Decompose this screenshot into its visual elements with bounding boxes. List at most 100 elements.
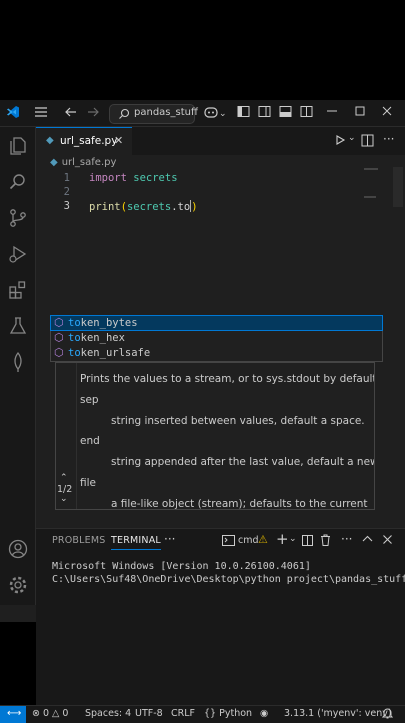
tab-problems[interactable]: PROBLEMS [52, 535, 105, 546]
signature-help: ⌃ 1/2 ⌄ Prints the values to a stream, o… [55, 362, 375, 510]
minimap-line [364, 168, 378, 170]
run-python-file-icon[interactable] [334, 134, 346, 149]
language-mode[interactable]: {} Python [204, 708, 252, 719]
warnings-count: 0 [62, 708, 69, 719]
method-cube-icon: ⬡ [54, 346, 64, 359]
scrollbar[interactable] [393, 167, 403, 207]
new-terminal-icon[interactable]: + [276, 530, 289, 548]
prev-signature-icon[interactable]: ⌃ [60, 473, 68, 483]
python-interpreter[interactable]: 3.13.1 ('myenv': venv) [284, 708, 392, 719]
title-bar: pandas_stuff ⌄ [0, 100, 405, 127]
split-terminal-icon[interactable] [302, 535, 313, 549]
extensions-icon[interactable] [7, 279, 29, 301]
copilot-status-icon[interactable]: ◉ [260, 708, 268, 719]
encoding-indicator[interactable]: UTF-8 [135, 708, 163, 719]
explorer-icon[interactable] [7, 135, 29, 157]
close-tab-icon[interactable]: ✕ [114, 134, 123, 147]
match-text: to [68, 347, 81, 359]
language-label: Python [219, 708, 253, 719]
python-file-icon: ◆ [50, 157, 58, 168]
close-panel-icon[interactable] [382, 534, 393, 548]
maximize-panel-icon[interactable] [362, 534, 373, 548]
copilot-icon[interactable] [203, 105, 219, 124]
param-name: file [80, 477, 96, 489]
more-panel-tabs-icon[interactable]: ··· [164, 532, 175, 546]
module-name: secrets [133, 172, 178, 184]
warning-icon[interactable]: ⚠ [258, 533, 268, 546]
terminal-line: Microsoft Windows [Version 10.0.26100.40… [52, 561, 311, 572]
trash-icon[interactable] [320, 534, 331, 549]
next-signature-icon[interactable]: ⌄ [60, 494, 68, 504]
breadcrumb-file: url_safe.py [61, 157, 117, 168]
variable-name: secrets [126, 201, 172, 213]
minimize-icon[interactable] [326, 105, 338, 122]
minimap-line [364, 196, 376, 198]
param-desc: string inserted between values, default … [111, 415, 365, 427]
eol-indicator[interactable]: CRLF [171, 708, 195, 719]
param-desc: a file-like object (stream); defaults to… [111, 498, 368, 510]
vscode-logo-icon [6, 105, 20, 124]
more-actions-icon[interactable]: ··· [341, 532, 352, 546]
split-editor-icon[interactable] [361, 134, 374, 150]
line-number: 1 [63, 172, 70, 184]
customize-layout-icon[interactable] [300, 105, 313, 123]
toggle-secondary-sidebar-icon[interactable] [258, 105, 271, 123]
suggestion-item[interactable]: ⬡ token_bytes [50, 315, 383, 331]
command-center-search[interactable]: pandas_stuff [109, 104, 198, 124]
python-file-icon: ◆ [46, 135, 54, 146]
menu-icon[interactable] [34, 105, 48, 124]
maximize-icon[interactable] [354, 105, 366, 122]
paren-close: ) [191, 201, 198, 213]
param-name: end [80, 435, 100, 447]
problems-count[interactable]: ⊗ 0 △ 0 [32, 708, 68, 719]
line-number: 3 [63, 200, 70, 212]
search-icon[interactable] [7, 171, 29, 193]
mongodb-leaf-icon[interactable] [7, 351, 29, 373]
errors-count: 0 [42, 708, 50, 719]
search-icon [118, 108, 130, 123]
terminal-shell-icon [222, 535, 235, 549]
close-window-icon[interactable] [381, 105, 393, 122]
back-arrow-icon[interactable] [64, 105, 78, 124]
more-actions-icon[interactable]: ··· [383, 132, 394, 146]
toggle-primary-sidebar-icon[interactable] [237, 105, 250, 123]
activity-bar [0, 127, 36, 605]
braces-icon: {} [204, 708, 217, 719]
breadcrumb[interactable]: ◆ url_safe.py [50, 157, 116, 168]
typed-text: to [177, 201, 191, 213]
code-line-3[interactable]: print(secrets.to) [89, 200, 198, 213]
terminal-prompt[interactable]: C:\Users\Suf48\OneDrive\Desktop\python p… [52, 574, 405, 585]
bottom-panel: PROBLEMS TERMINAL ··· cmd ⚠ + ⌄ ··· Micr… [36, 528, 405, 706]
suggestion-item[interactable]: ⬡ token_urlsafe [51, 346, 382, 360]
code-line-1[interactable]: import secrets [89, 172, 178, 184]
suggest-widget: ⬡ token_bytes ⬡ token_hex ⬡ token_urlsaf… [50, 315, 383, 362]
terminal-shell-label[interactable]: cmd [238, 535, 259, 546]
function-name: print [89, 201, 121, 213]
remote-indicator[interactable]: ⟷ [0, 706, 26, 723]
indentation-indicator[interactable]: Spaces: 4 [85, 708, 131, 719]
suggestion-rest: ken_bytes [80, 317, 138, 329]
run-dropdown-icon[interactable]: ⌄ [348, 133, 356, 143]
toggle-panel-icon[interactable] [279, 105, 292, 123]
forward-arrow-icon[interactable] [86, 105, 100, 124]
run-and-debug-icon[interactable] [7, 243, 29, 265]
account-icon[interactable] [7, 538, 29, 560]
method-cube-icon: ⬡ [54, 316, 64, 329]
chevron-down-icon[interactable]: ⌄ [219, 106, 227, 122]
suggestion-item[interactable]: ⬡ token_hex [51, 331, 382, 345]
param-name: sep [80, 394, 99, 406]
keyword-import: import [89, 172, 127, 184]
gear-icon[interactable] [7, 574, 29, 596]
match-text: to [68, 332, 81, 344]
tab-label: url_safe.py [60, 135, 118, 147]
testing-flask-icon[interactable] [7, 315, 29, 337]
suggestion-rest: ken_hex [80, 332, 125, 344]
signature-nav: ⌃ 1/2 ⌄ [56, 363, 77, 509]
tab-terminal[interactable]: TERMINAL [111, 535, 161, 550]
terminal-dropdown-icon[interactable]: ⌄ [289, 534, 297, 544]
source-control-icon[interactable] [7, 207, 29, 229]
editor-tabs: ◆ url_safe.py ✕ ⌄ ··· [36, 127, 405, 156]
line-number: 2 [63, 186, 70, 198]
signature-description: Prints the values to a stream, or to sys… [80, 373, 375, 385]
tab-url-safe[interactable]: ◆ url_safe.py ✕ [36, 127, 132, 156]
